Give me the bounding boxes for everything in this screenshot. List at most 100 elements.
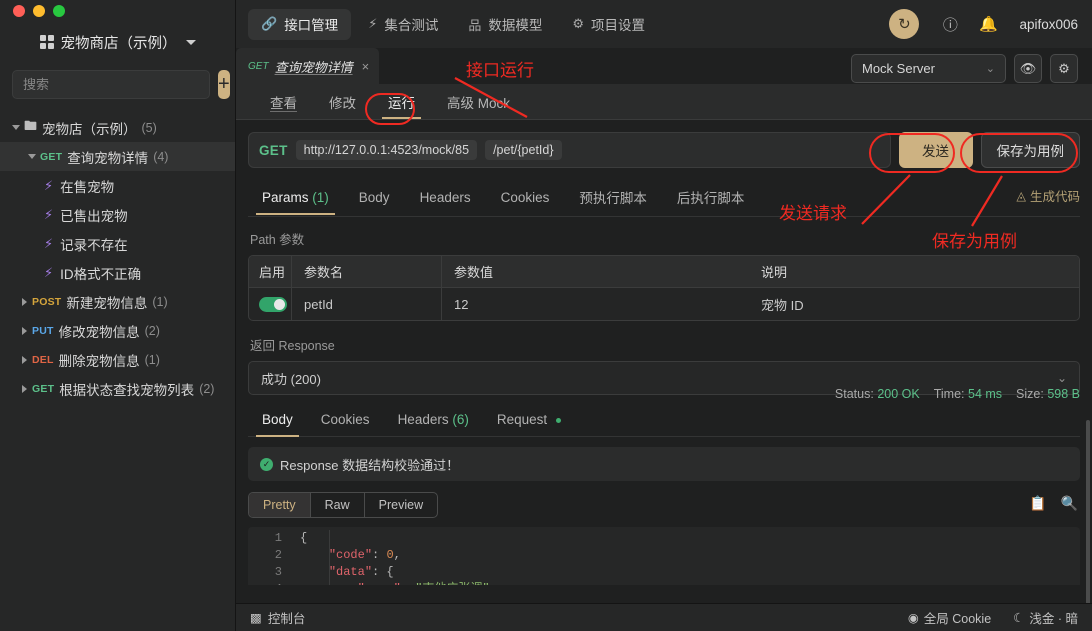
response-tab-cookies[interactable]: Cookies [307,405,384,436]
url-input-group[interactable]: GET http://127.0.0.1:4523/mock/85 /pet/{… [248,132,891,168]
method-badge: GET [32,382,55,395]
response-code-viewer[interactable]: 1 2 3 4 { "code": 0, "data": { "name": "… [248,527,1080,585]
format-pretty[interactable]: Pretty [249,493,311,517]
search-input[interactable] [12,70,210,99]
save-as-case-button[interactable]: 保存为用例 [980,132,1080,168]
param-name-cell[interactable]: petId [291,288,441,320]
nav-label: 集合测试 [384,18,439,33]
document-subtab-bar: 查看 修改 运行 高级 Mock [236,84,1092,120]
tree-item-count: (5) [141,120,157,135]
request-host-chip[interactable]: http://127.0.0.1:4523/mock/85 [295,140,478,160]
help-circle-icon[interactable]: ⓘ [937,11,963,37]
tab-api-management[interactable]: 🔗 接口管理 [248,8,352,40]
disclosure-triangle-icon[interactable] [16,326,32,335]
tree-item-label: 根据状态查找宠物列表 [59,382,195,398]
param-value-cell[interactable]: 12 [441,288,749,320]
status-value: 200 OK [877,387,920,401]
bolt-icon: ⚡ [44,235,54,251]
request-tab-params[interactable]: Params (1) [248,183,343,215]
disclosure-triangle-icon[interactable] [24,154,40,159]
vertical-scrollbar[interactable] [1086,420,1090,603]
line-number: 3 [274,565,282,579]
disclosure-triangle-icon[interactable] [16,384,32,393]
add-button[interactable]: + [218,70,230,99]
subtab-advanced-mock[interactable]: 高级 Mock [433,84,524,119]
mock-server-value: Mock Server [862,61,935,76]
close-icon[interactable]: × [362,59,370,74]
close-window-button[interactable] [13,5,25,17]
subtab-view[interactable]: 查看 [256,84,311,119]
project-selector[interactable]: 宠物商店（示例） [0,22,235,62]
validation-banner: ✓ Response 数据结构校验通过！ [248,447,1080,481]
response-tab-request[interactable]: Request [483,405,575,436]
tree-item-label: 查询宠物详情 [67,150,149,166]
request-tab-headers[interactable]: Headers [406,183,485,214]
global-cookie-button[interactable]: ◉ 全局 Cookie [908,608,991,627]
minimize-window-button[interactable] [33,5,45,17]
env-settings-gear-icon[interactable]: ⚙ [1050,54,1078,83]
format-raw[interactable]: Raw [311,493,365,517]
tree-api-find-by-status[interactable]: GET 根据状态查找宠物列表 (2) [0,374,235,403]
mock-server-select[interactable]: Mock Server ⌄ [851,54,1006,83]
request-tab-pre-script[interactable]: 预执行脚本 [565,180,661,216]
bell-icon[interactable]: 🔔 [975,11,1001,37]
tree-case-bad-id-format[interactable]: ⚡ ID格式不正确 [0,258,235,287]
status-stat: Status: 200 OK [835,387,920,401]
method-badge: DEL [32,353,54,366]
column-header-enabled: 启用 [259,265,286,280]
document-tab-title: 查询宠物详情 [274,59,353,75]
modified-dot-icon [555,417,561,423]
eye-icon[interactable]: 👁 [1014,54,1042,83]
disclosure-triangle-icon[interactable] [8,125,24,130]
copy-icon[interactable]: 📋 [1029,495,1046,512]
code-text: { "code": 0, "data": { "name": "吉他广张调" [286,527,490,585]
request-tab-body[interactable]: Body [345,183,404,214]
tab-label: Headers [397,412,449,427]
method-badge: POST [32,295,62,308]
tree-folder-petstore[interactable]: 🖿 宠物店（示例） (5) [0,113,235,142]
response-tab-body[interactable]: Body [248,405,307,437]
disclosure-triangle-icon[interactable] [16,297,32,306]
tree-item-label: 宠物店（示例） [42,121,137,137]
request-tab-cookies[interactable]: Cookies [487,183,564,214]
tree-api-query-pet-detail[interactable]: GET 查询宠物详情 (4) [0,142,235,171]
tree-item-label: 在售宠物 [60,179,115,195]
tree-item-label: 新建宠物信息 [66,295,148,311]
refresh-icon[interactable]: ↻ [889,9,920,39]
column-header-description: 说明 [761,265,788,280]
format-preview[interactable]: Preview [365,493,437,517]
chevron-down-icon: ⌄ [985,63,995,75]
tree-item-count: (4) [153,149,169,164]
tree-api-update-pet[interactable]: PUT 修改宠物信息 (2) [0,316,235,345]
document-tab-query-pet-detail[interactable]: GET 查询宠物详情 × [236,48,380,84]
tree-api-delete-pet[interactable]: DEL 删除宠物信息 (1) [0,345,235,374]
disclosure-triangle-icon[interactable] [16,355,32,364]
window-traffic-lights [0,0,235,22]
gear-icon: ⚙ [572,16,584,31]
tree-case-not-found[interactable]: ⚡ 记录不存在 [0,229,235,258]
console-button[interactable]: ▩ 控制台 [250,608,305,627]
tab-project-settings[interactable]: ⚙ 项目设置 [559,9,658,40]
column-header-value: 参数值 [441,256,749,287]
tab-data-model[interactable]: 品 数据模型 [455,9,555,40]
tree-case-sold[interactable]: ⚡ 已售出宠物 [0,200,235,229]
user-name[interactable]: apifox006 [1019,17,1078,32]
subtab-edit[interactable]: 修改 [315,84,370,119]
subtab-run[interactable]: 运行 [374,84,429,119]
maximize-window-button[interactable] [53,5,65,17]
line-number: 1 [274,531,282,545]
request-tab-post-script[interactable]: 后执行脚本 [663,180,759,216]
response-tools: 📋 🔍 [1029,495,1078,512]
bolt-icon: ⚡ [44,264,54,280]
request-path-chip[interactable]: /pet/{petId} [485,140,562,160]
search-icon[interactable]: 🔍 [1061,495,1078,512]
enable-toggle[interactable] [259,296,287,312]
response-tab-headers[interactable]: Headers (6) [384,405,483,436]
tree-case-on-sale[interactable]: ⚡ 在售宠物 [0,171,235,200]
size-label: Size: [1016,387,1044,401]
send-button[interactable]: 发送 [898,132,973,168]
tree-api-create-pet[interactable]: POST 新建宠物信息 (1) [0,287,235,316]
tab-collection-test[interactable]: ⚡ 集合测试 [355,9,451,40]
theme-switcher-button[interactable]: ☾ 浅金 · 暗 [1013,608,1078,627]
generate-code-button[interactable]: ◬ 生成代码 [1016,186,1080,205]
